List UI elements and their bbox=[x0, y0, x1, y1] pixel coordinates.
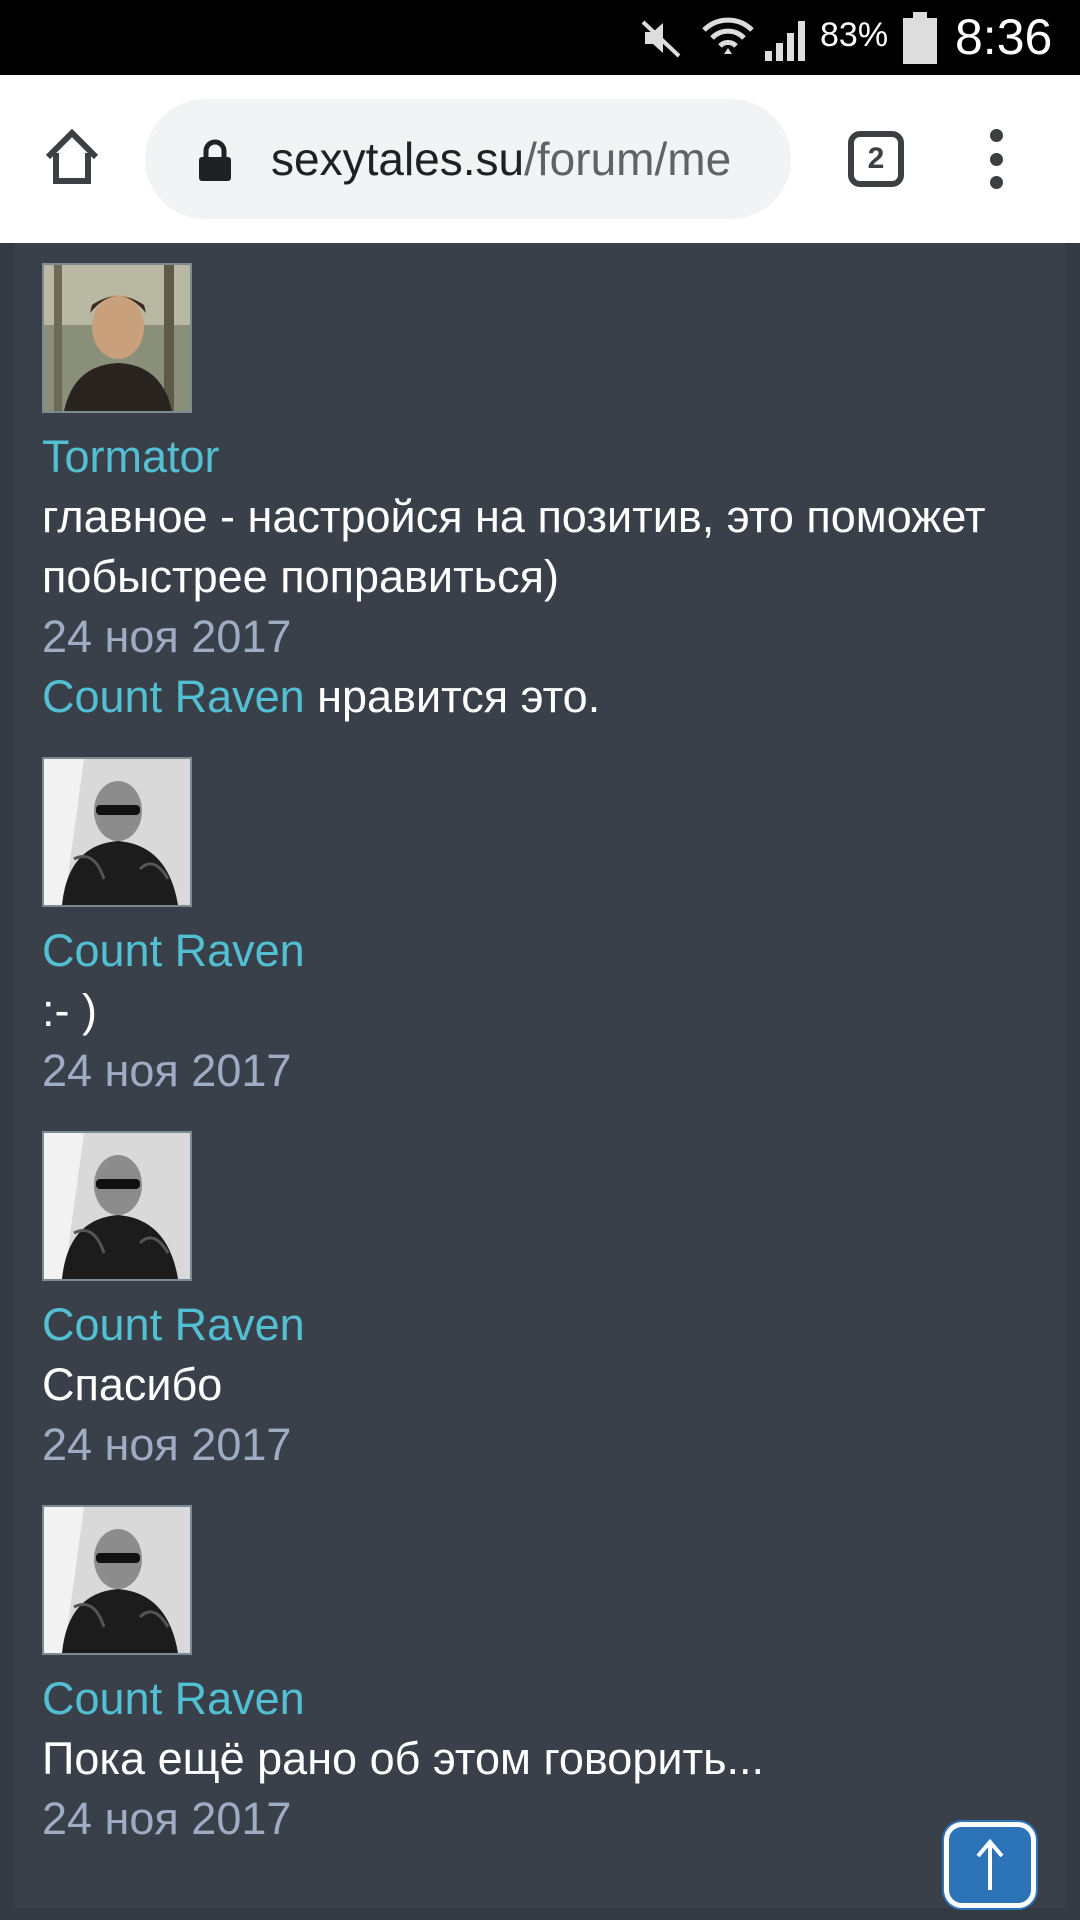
tab-count: 2 bbox=[867, 142, 885, 175]
profile-post: Count Raven Пока ещё рано об этом говори… bbox=[42, 1505, 1042, 1849]
scroll-to-top-button[interactable] bbox=[944, 1822, 1036, 1908]
tab-switcher-button[interactable]: 2 bbox=[848, 131, 904, 187]
post-author[interactable]: Tormator bbox=[42, 427, 1042, 487]
avatar[interactable] bbox=[42, 1505, 192, 1655]
post-message: Спасибо bbox=[42, 1359, 223, 1410]
battery-icon bbox=[900, 0, 940, 75]
profile-post: Tormator главное - настройся на позитив,… bbox=[42, 263, 1042, 727]
address-bar[interactable]: sexytales.su/forum/me bbox=[145, 99, 791, 219]
post-date[interactable]: 24 ноя 2017 bbox=[42, 1415, 1042, 1475]
url-text: sexytales.su/forum/me bbox=[271, 131, 771, 187]
liker-link[interactable]: Count Raven bbox=[42, 671, 305, 722]
post-message: Пока ещё рано об этом говорить... bbox=[42, 1733, 765, 1784]
avatar[interactable] bbox=[42, 757, 192, 907]
post-message: главное - настройся на позитив, это помо… bbox=[42, 491, 986, 602]
battery-percent: 83% bbox=[820, 16, 889, 54]
avatar[interactable] bbox=[42, 263, 192, 413]
profile-post: Count Raven Спасибо 24 ноя 2017 bbox=[42, 1131, 1042, 1475]
mute-icon bbox=[636, 0, 686, 75]
post-author[interactable]: Count Raven bbox=[42, 921, 1042, 981]
browser-toolbar: sexytales.su/forum/me 2 bbox=[0, 75, 1080, 243]
wifi-icon bbox=[700, 0, 756, 75]
status-bar: 83% 8:36 bbox=[0, 0, 1080, 75]
likes-text: нравится это. bbox=[304, 671, 601, 722]
url-path: /forum/me bbox=[524, 133, 732, 185]
avatar[interactable] bbox=[42, 1131, 192, 1281]
post-date[interactable]: 24 ноя 2017 bbox=[42, 1789, 1042, 1849]
likes-summary: Count Raven нравится это. bbox=[42, 667, 1042, 727]
home-icon bbox=[45, 128, 99, 184]
url-host: sexytales.su bbox=[271, 133, 525, 185]
post-date[interactable]: 24 ноя 2017 bbox=[42, 607, 1042, 667]
clock: 8:36 bbox=[955, 9, 1053, 65]
arrow-up-icon bbox=[976, 1838, 1004, 1890]
profile-posts-list: Tormator главное - настройся на позитив,… bbox=[14, 243, 1066, 1908]
home-button[interactable] bbox=[30, 115, 114, 199]
signal-icon bbox=[762, 0, 814, 75]
lock-icon bbox=[197, 139, 233, 183]
post-message: :- ) bbox=[42, 985, 97, 1036]
post-date[interactable]: 24 ноя 2017 bbox=[42, 1041, 1042, 1101]
post-author[interactable]: Count Raven bbox=[42, 1669, 1042, 1729]
more-menu-icon[interactable] bbox=[970, 127, 1022, 191]
post-author[interactable]: Count Raven bbox=[42, 1295, 1042, 1355]
profile-post: Count Raven :- ) 24 ноя 2017 bbox=[42, 757, 1042, 1101]
